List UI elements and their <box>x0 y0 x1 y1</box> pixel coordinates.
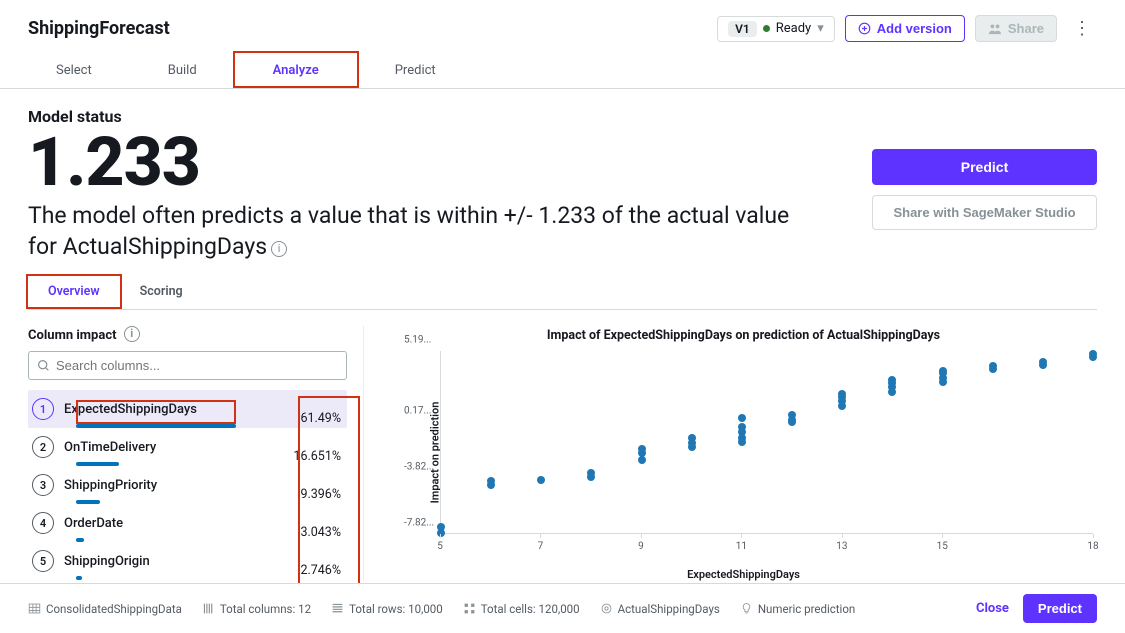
sub-tabs: Overview Scoring <box>28 276 1097 310</box>
chevron-down-icon: ▾ <box>817 21 824 36</box>
ytick-label: -7.82... <box>404 518 434 529</box>
close-link[interactable]: Close <box>976 601 1009 616</box>
model-metric: 1.233 <box>28 128 808 196</box>
chart-point <box>688 443 696 451</box>
impact-rank: 5 <box>32 550 54 572</box>
xtick-label: 5 <box>437 541 443 552</box>
footer-cells: Total cells: 120,000 <box>463 602 580 616</box>
target-icon <box>600 602 613 615</box>
status-dot-icon <box>763 25 770 32</box>
impact-rank: 1 <box>32 398 54 420</box>
chart-point <box>638 456 646 464</box>
footer-dataset: ConsolidatedShippingData <box>28 602 182 616</box>
predict-button[interactable]: Predict <box>872 149 1097 185</box>
chart-xlabel: ExpectedShippingDays <box>390 568 1097 581</box>
chart-point <box>638 445 646 453</box>
info-icon[interactable]: i <box>124 326 140 342</box>
impact-row[interactable]: 2 OnTimeDelivery 16.651% <box>28 428 347 466</box>
rows-icon <box>331 602 344 615</box>
impact-pct: 3.043% <box>279 525 341 540</box>
impact-row[interactable]: 3 ShippingPriority 9.396% <box>28 466 347 504</box>
subtab-overview[interactable]: Overview <box>28 276 120 309</box>
chart-point <box>788 418 796 426</box>
search-input-wrapper[interactable] <box>28 351 347 380</box>
impact-pct: 61.49% <box>279 411 341 426</box>
chart-point <box>939 378 947 386</box>
add-version-button[interactable]: Add version <box>845 15 965 42</box>
bulb-icon <box>740 602 753 615</box>
chart-point <box>838 390 846 398</box>
chart-point <box>487 477 495 485</box>
grid-icon <box>463 602 476 615</box>
chart-point <box>1039 361 1047 369</box>
chart-point <box>688 434 696 442</box>
subtab-scoring[interactable]: Scoring <box>120 276 203 309</box>
ytick-label: -3.82... <box>404 461 434 472</box>
footer-rows: Total rows: 10,000 <box>331 602 443 616</box>
chart-point <box>437 523 445 531</box>
chart-point <box>537 476 545 484</box>
version-status: Ready <box>776 21 811 36</box>
chart-point <box>1089 353 1097 361</box>
xtick-label: 13 <box>836 541 847 552</box>
chart-point <box>888 376 896 384</box>
footer-predict-button[interactable]: Predict <box>1023 594 1097 623</box>
chart-point <box>989 365 997 373</box>
xtick-label: 18 <box>1087 541 1098 552</box>
impact-row[interactable]: 5 ShippingOrigin 2.746% <box>28 542 347 580</box>
impact-rank: 3 <box>32 474 54 496</box>
impact-pct: 16.651% <box>279 449 341 464</box>
more-menu-icon[interactable]: ⋮ <box>1067 14 1097 43</box>
table-icon <box>28 602 41 615</box>
xtick-label: 9 <box>638 541 644 552</box>
model-desc: The model often predicts a value that is… <box>28 200 808 262</box>
tab-analyze[interactable]: Analyze <box>235 53 357 88</box>
column-impact-title: Column impact i <box>28 326 347 343</box>
people-icon <box>988 23 1002 35</box>
footer-target: ActualShippingDays <box>600 602 720 616</box>
impact-row[interactable]: 4 OrderDate 3.043% <box>28 504 347 542</box>
xtick-label: 11 <box>736 541 747 552</box>
chart-point <box>939 367 947 375</box>
share-button: Share <box>975 15 1057 42</box>
tab-select[interactable]: Select <box>18 53 130 88</box>
version-badge: V1 <box>728 21 757 37</box>
ytick-label: 0.17... <box>404 405 431 416</box>
footer-type: Numeric prediction <box>740 602 855 616</box>
chart-title: Impact of ExpectedShippingDays on predic… <box>390 328 1097 343</box>
ytick-label: 5.19... <box>404 335 431 346</box>
xtick-label: 15 <box>937 541 948 552</box>
tab-predict[interactable]: Predict <box>357 53 474 88</box>
chart-point <box>738 414 746 422</box>
chart-point <box>587 469 595 477</box>
share-studio-button[interactable]: Share with SageMaker Studio <box>872 195 1097 230</box>
chart-point <box>888 388 896 396</box>
chart-point <box>838 402 846 410</box>
search-input[interactable] <box>56 358 338 373</box>
plus-circle-icon <box>858 22 871 35</box>
impact-pct: 2.746% <box>279 563 341 578</box>
impact-row[interactable]: 1 ExpectedShippingDays 61.49% <box>28 390 347 428</box>
main-tabs: Select Build Analyze Predict <box>0 53 1125 89</box>
search-icon <box>37 359 50 372</box>
page-title: ShippingForecast <box>28 18 170 39</box>
scatter-chart: Impact on prediction 5.19...0.17...-3.82… <box>390 351 1097 566</box>
impact-rank: 2 <box>32 436 54 458</box>
columns-icon <box>202 602 215 615</box>
footer-cols: Total columns: 12 <box>202 602 311 616</box>
xtick-label: 7 <box>538 541 544 552</box>
info-icon[interactable]: i <box>271 241 287 257</box>
tab-build[interactable]: Build <box>130 53 235 88</box>
impact-rank: 4 <box>32 512 54 534</box>
version-selector[interactable]: V1 Ready ▾ <box>717 16 835 42</box>
impact-pct: 9.396% <box>279 487 341 502</box>
chart-point <box>738 438 746 446</box>
